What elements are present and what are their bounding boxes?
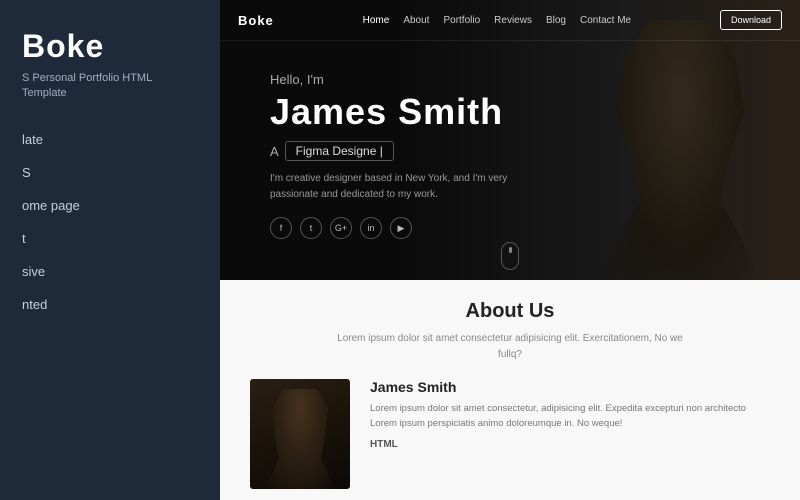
about-text-block: James Smith Lorem ipsum dolor sit amet c… [370, 379, 770, 452]
about-description: Lorem ipsum dolor sit amet consectetur a… [330, 331, 690, 363]
hero-nav-links: Home About Portfolio Reviews Blog Contact Me [363, 15, 631, 26]
hero-socials: ft G+ in ▶ [270, 217, 770, 239]
about-title: About Us [466, 300, 555, 323]
social-icon[interactable]: f [270, 217, 292, 239]
hero-nav-link[interactable]: About [403, 15, 429, 26]
sidebar-nav-item[interactable]: ome page [22, 196, 198, 215]
social-icon[interactable]: ▶ [390, 217, 412, 239]
sidebar-nav-item[interactable]: sive [22, 262, 198, 281]
about-photo-person [265, 389, 335, 489]
about-person-desc: Lorem ipsum dolor sit amet consectetur, … [370, 401, 770, 431]
hero-description: I'm creative designer based in New York,… [270, 171, 550, 203]
brand-subtitle: S Personal Portfolio HTML Template [22, 71, 198, 102]
brand-title: Boke [22, 28, 198, 65]
sidebar-nav-item[interactable]: late [22, 130, 198, 149]
hero-nav-link[interactable]: Reviews [494, 15, 532, 26]
social-icon[interactable]: t [300, 217, 322, 239]
hero-nav-link[interactable]: Home [363, 15, 390, 26]
about-row: James Smith Lorem ipsum dolor sit amet c… [250, 379, 770, 489]
sidebar-nav-item[interactable]: nted [22, 295, 198, 314]
about-section: About Us Lorem ipsum dolor sit amet cons… [220, 280, 800, 500]
hero-nav-link[interactable]: Blog [546, 15, 566, 26]
hero-logo: Boke [238, 13, 274, 28]
right-panel: Boke Home About Portfolio Reviews Blog Contac… [220, 0, 800, 500]
scroll-dot [509, 247, 512, 253]
scroll-indicator [501, 242, 519, 270]
sidebar-nav: late Some page t sive nted [22, 130, 198, 314]
hero-name: James Smith [270, 91, 770, 133]
about-person-name: James Smith [370, 379, 770, 395]
hero-nav-link[interactable]: Contact Me [580, 15, 631, 26]
left-sidebar: Boke S Personal Portfolio HTML Template … [0, 0, 220, 500]
sidebar-nav-item[interactable]: t [22, 229, 198, 248]
download-button[interactable]: Download [720, 10, 782, 30]
hero-role-badge: Figma Designe | [285, 141, 394, 161]
social-icon[interactable]: in [360, 217, 382, 239]
hero-nav-link[interactable]: Portfolio [443, 15, 480, 26]
about-html-label: HTML [370, 439, 770, 450]
about-photo [250, 379, 350, 489]
hero-section: Boke Home About Portfolio Reviews Blog Contac… [220, 0, 800, 280]
hero-role: A Figma Designe | [270, 141, 770, 161]
hero-navbar: Boke Home About Portfolio Reviews Blog Contac… [220, 0, 800, 41]
sidebar-nav-item[interactable]: S [22, 163, 198, 182]
social-icon[interactable]: G+ [330, 217, 352, 239]
hero-role-prefix: A [270, 144, 279, 159]
hero-hello-text: Hello, I'm [270, 72, 770, 87]
